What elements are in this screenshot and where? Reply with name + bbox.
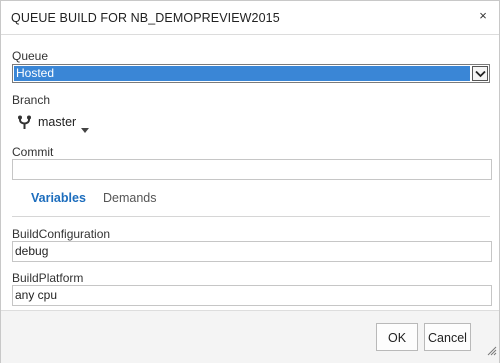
close-icon[interactable]: × — [476, 9, 490, 23]
branch-value: master — [38, 115, 77, 129]
queue-selected-value: Hosted — [14, 66, 470, 81]
resize-grip-icon[interactable] — [487, 343, 497, 361]
chevron-down-icon[interactable] — [472, 66, 488, 81]
variable-value-input[interactable]: any cpu — [12, 285, 492, 306]
ok-button[interactable]: OK — [376, 323, 418, 351]
variable-value-input[interactable]: debug — [12, 241, 492, 262]
variable-name: BuildConfiguration — [12, 227, 111, 241]
branch-icon — [17, 115, 32, 135]
caret-down-icon — [81, 120, 89, 138]
queue-select[interactable]: Hosted — [12, 64, 490, 83]
queue-build-dialog: QUEUE BUILD FOR NB_DEMOPREVIEW2015 × Que… — [0, 0, 500, 363]
tab-demands[interactable]: Demands — [103, 191, 157, 205]
commit-input[interactable] — [12, 159, 492, 180]
variable-name: BuildPlatform — [12, 271, 84, 285]
cancel-button[interactable]: Cancel — [424, 323, 471, 351]
dialog-title-bar: QUEUE BUILD FOR NB_DEMOPREVIEW2015 × — [1, 1, 499, 35]
tab-variables[interactable]: Variables — [31, 191, 86, 205]
dialog-title: QUEUE BUILD FOR NB_DEMOPREVIEW2015 — [11, 11, 280, 25]
tab-divider — [12, 216, 490, 217]
queue-label: Queue — [12, 49, 49, 63]
dialog-footer: OK Cancel — [1, 310, 499, 363]
branch-label: Branch — [12, 93, 51, 107]
commit-label: Commit — [12, 145, 54, 159]
